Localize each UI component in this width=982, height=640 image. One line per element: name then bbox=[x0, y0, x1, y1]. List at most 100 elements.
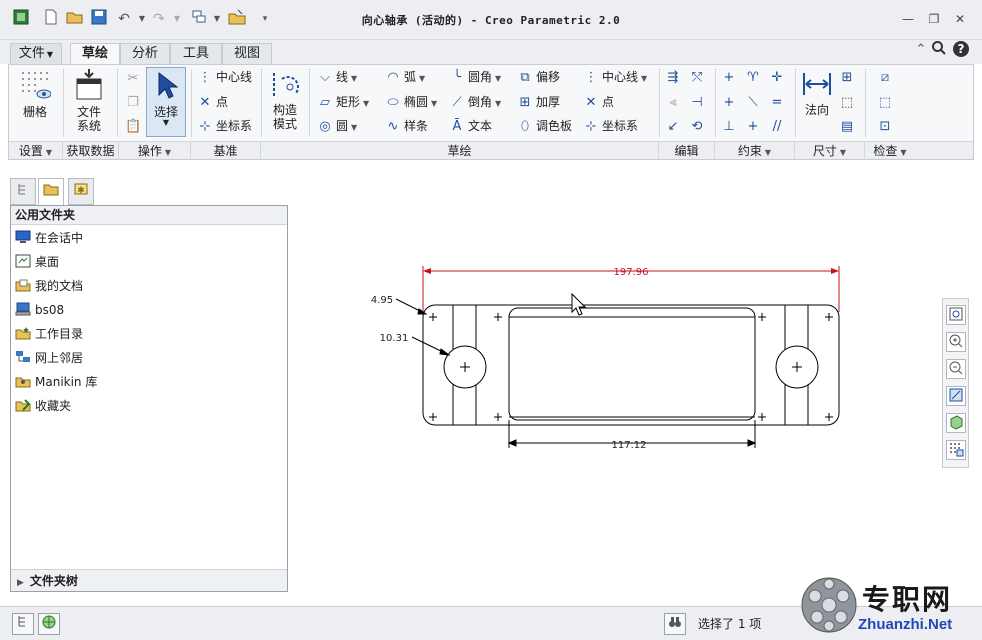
favorites-tab[interactable]: ✱ bbox=[68, 178, 94, 205]
rectangle-button[interactable]: ▱ 矩形 ▼ bbox=[317, 93, 369, 113]
inner-slot[interactable] bbox=[508, 307, 756, 421]
overall-width-value[interactable]: 197.96 bbox=[614, 267, 649, 278]
sketch-coordsys-button[interactable]: ⊹ 坐标系 bbox=[583, 117, 638, 136]
perimeter-dimension-button[interactable]: ⊞ bbox=[839, 68, 858, 87]
equal-constraint-button[interactable]: = bbox=[769, 93, 788, 112]
modify-button[interactable]: ⇶ bbox=[665, 68, 684, 87]
coincident-constraint-button[interactable]: ⟍ bbox=[745, 93, 764, 112]
overlapping-geometry-button[interactable]: ⧄ bbox=[877, 68, 896, 87]
common-folders-header: 公用文件夹 bbox=[11, 206, 287, 225]
circle-icon: ◎ bbox=[319, 119, 331, 134]
sketch-canvas[interactable]: 197.96 4.95 10.31 117.12 bbox=[296, 178, 934, 588]
tab-sketch[interactable]: 草绘 bbox=[70, 43, 120, 65]
zoom-in-button[interactable] bbox=[946, 332, 966, 352]
corner-radius-leader[interactable] bbox=[395, 298, 428, 315]
refit-button[interactable] bbox=[946, 305, 966, 325]
corner-radius-value[interactable]: 4.95 bbox=[371, 295, 393, 306]
offset-button[interactable]: ⧉ 偏移 bbox=[517, 68, 560, 87]
collapse-ribbon-icon[interactable]: ⌃ bbox=[912, 40, 930, 60]
group-operations[interactable]: 操作 ▼ bbox=[119, 142, 191, 160]
divide-button[interactable]: ⊣ bbox=[689, 93, 708, 112]
sketch-point-button[interactable]: ✕ 点 bbox=[583, 93, 614, 112]
horizontal-constraint-button[interactable]: + bbox=[721, 93, 740, 112]
folder-browser-tab[interactable] bbox=[38, 178, 64, 205]
corner-icon: ↙ bbox=[667, 119, 679, 134]
normal-dimension-button[interactable]: 法向 bbox=[797, 69, 837, 117]
slot-width-value[interactable]: 117.12 bbox=[612, 440, 647, 451]
display-style-button[interactable] bbox=[946, 413, 966, 433]
folder-item-working-directory[interactable]: 工作目录 bbox=[15, 324, 83, 344]
restore-icon[interactable]: ❐ bbox=[924, 10, 944, 28]
folder-item-my-documents[interactable]: 我的文档 bbox=[15, 276, 83, 296]
folder-item-manikin-library[interactable]: Manikin 库 bbox=[15, 372, 97, 392]
arc-button[interactable]: ◠ 弧 ▼ bbox=[385, 68, 425, 88]
chamfer-button[interactable]: ⟋ 倒角 ▼ bbox=[449, 93, 501, 113]
find-button[interactable] bbox=[664, 613, 686, 635]
group-setup[interactable]: 设置 ▼ bbox=[9, 142, 63, 160]
tangent-constraint-button[interactable]: ♈ bbox=[745, 68, 764, 87]
group-constrain[interactable]: 约束 ▼ bbox=[715, 142, 795, 160]
tab-tools[interactable]: 工具 bbox=[170, 43, 222, 64]
repaint-button[interactable] bbox=[946, 386, 966, 406]
midpoint-constraint-button[interactable]: ✛ bbox=[769, 68, 788, 87]
grid-button[interactable]: 栅格 bbox=[13, 69, 57, 119]
delete-segment-button[interactable]: ⤲ bbox=[689, 68, 708, 87]
desktop-icon bbox=[15, 254, 31, 268]
datum-centerline-button[interactable]: ⋮ 中心线 bbox=[197, 68, 253, 87]
datum-point-button[interactable]: ✕ 点 bbox=[197, 93, 228, 112]
select-button[interactable]: 选择 ▼ bbox=[146, 67, 186, 137]
hole-diameter-leader[interactable] bbox=[411, 336, 451, 356]
symmetric-constraint-button[interactable]: + bbox=[745, 117, 764, 136]
copy-button[interactable]: ❐ bbox=[125, 93, 144, 112]
show-navigator-button[interactable] bbox=[12, 613, 34, 635]
folder-item-desktop[interactable]: 桌面 bbox=[15, 252, 59, 272]
ribbon-group-labels: 设置 ▼ 获取数据 操作 ▼ 基准 草绘 编辑 约束 ▼ 尺寸 ▼ 检查 ▼ bbox=[9, 141, 973, 160]
sketcher-display-filters-button[interactable] bbox=[946, 440, 966, 460]
rotate-resize-button[interactable]: ⟲ bbox=[689, 117, 708, 136]
show-browser-button[interactable] bbox=[38, 613, 60, 635]
text-button[interactable]: Ā 文本 bbox=[449, 117, 492, 136]
folder-tree-toggle[interactable]: ▶ 文件夹树 bbox=[11, 569, 287, 591]
sketch-centerline-button[interactable]: ⋮ 中心线 ▼ bbox=[583, 68, 648, 88]
palette-button[interactable]: ⬯ 调色板 bbox=[517, 117, 572, 136]
folder-item-network[interactable]: 网上邻居 bbox=[15, 348, 83, 368]
model-tree-tab[interactable] bbox=[10, 178, 36, 205]
perpendicular-constraint-button[interactable]: ⊥ bbox=[721, 117, 740, 136]
construction-mode-button[interactable]: 构造 模式 bbox=[265, 69, 305, 131]
fillet-button[interactable]: ╰ 圆角 ▼ bbox=[449, 68, 501, 88]
ellipse-button[interactable]: ⬭ 椭圆 ▼ bbox=[385, 93, 437, 113]
search-icon[interactable] bbox=[930, 40, 948, 60]
help-icon[interactable]: ? bbox=[952, 40, 970, 60]
minimize-icon[interactable]: — bbox=[898, 10, 918, 28]
tab-analysis[interactable]: 分析 bbox=[120, 43, 170, 64]
datum-coordsys-button[interactable]: ⊹ 坐标系 bbox=[197, 117, 252, 136]
mirror-button[interactable]: ⫷ bbox=[665, 93, 684, 112]
paste-button[interactable]: 📋 bbox=[125, 117, 144, 136]
tab-file[interactable]: 文件 ▼ bbox=[10, 43, 62, 64]
cut-button[interactable]: ✂ bbox=[125, 69, 144, 88]
hole-diameter-value[interactable]: 10.31 bbox=[380, 333, 409, 344]
close-icon[interactable]: ✕ bbox=[950, 10, 970, 28]
zoom-out-button[interactable] bbox=[946, 359, 966, 379]
thicken-button[interactable]: ⊞ 加厚 bbox=[517, 93, 560, 112]
line-button[interactable]: ⌵ 线 ▼ bbox=[317, 68, 357, 88]
highlight-open-ends-button[interactable]: ⬚ bbox=[877, 93, 896, 112]
horizontal-constraint-icon: + bbox=[723, 95, 735, 110]
group-inspect[interactable]: 检查 ▼ bbox=[865, 142, 915, 160]
corner-button[interactable]: ↙ bbox=[665, 117, 684, 136]
vertical-constraint-button[interactable]: + bbox=[721, 68, 740, 87]
shade-closed-loops-button[interactable]: ⊡ bbox=[877, 117, 896, 136]
separator bbox=[117, 69, 118, 137]
parallel-constraint-button[interactable]: // bbox=[769, 117, 788, 136]
folder-item-in-session[interactable]: 在会话中 bbox=[15, 228, 83, 248]
folder-item-favorites[interactable]: 收藏夹 bbox=[15, 396, 71, 416]
tab-view[interactable]: 视图 bbox=[222, 43, 272, 64]
reference-dimension-button[interactable]: ⬚ bbox=[839, 93, 858, 112]
circle-button[interactable]: ◎ 圆 ▼ bbox=[317, 117, 357, 137]
baseline-dimension-button[interactable]: ▤ bbox=[839, 117, 858, 136]
spline-button[interactable]: ∿ 样条 bbox=[385, 117, 428, 136]
file-system-button[interactable]: 文件 系统 bbox=[67, 67, 111, 133]
folder-item-bs08[interactable]: bs08 bbox=[15, 300, 64, 320]
select-dropdown-icon[interactable]: ▼ bbox=[147, 119, 185, 127]
group-dimension[interactable]: 尺寸 ▼ bbox=[795, 142, 865, 160]
